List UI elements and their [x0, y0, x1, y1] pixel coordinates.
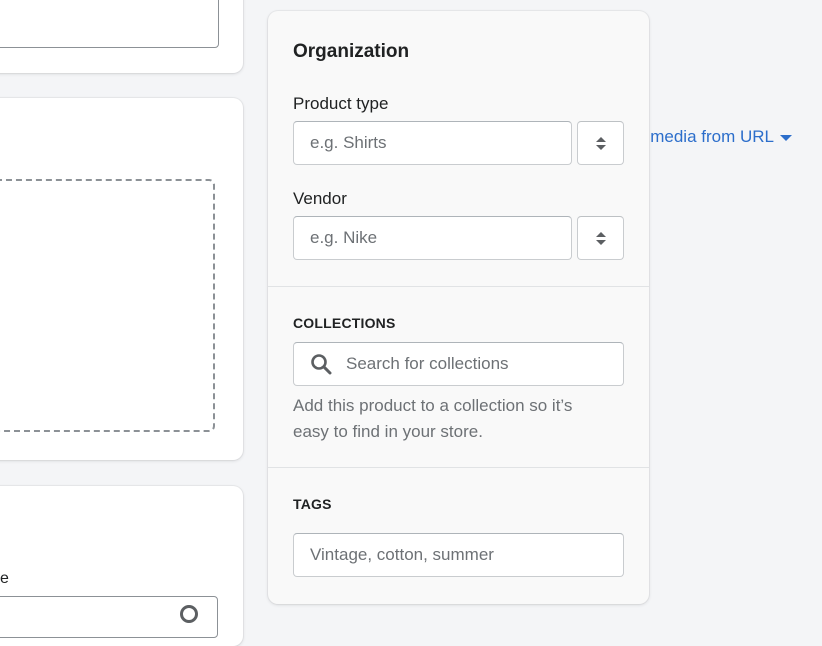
product-type-input[interactable]: e.g. Shirts [293, 121, 572, 165]
product-type-placeholder: e.g. Shirts [310, 133, 387, 152]
description-editor[interactable] [0, 0, 219, 48]
media-dropzone[interactable] [0, 179, 215, 432]
tags-heading: TAGS [293, 496, 332, 512]
field-label-partial: e [0, 570, 9, 587]
collections-search-placeholder: Search for collections [346, 354, 509, 373]
caret-down-icon [780, 135, 792, 141]
vendor-label: Vendor [293, 189, 347, 208]
section-divider [268, 467, 649, 468]
product-type-label: Product type [293, 94, 389, 113]
vendor-placeholder: e.g. Nike [310, 228, 378, 247]
collections-heading: COLLECTIONS [293, 315, 396, 331]
organization-card: Organization Product type e.g. Shirts Ve… [268, 11, 649, 604]
collections-search-input[interactable]: Search for collections [293, 342, 624, 386]
chevron-up-icon [595, 231, 606, 237]
chevron-down-icon [595, 239, 606, 245]
chevron-up-icon [595, 136, 606, 142]
tags-placeholder: Vintage, cotton, summer [310, 545, 494, 564]
vendor-input[interactable]: e.g. Nike [293, 216, 572, 260]
collections-help-text: Add this product to a collection so it’s… [293, 396, 573, 441]
organization-title: Organization [293, 41, 410, 62]
chevron-down-icon [595, 144, 606, 150]
section-divider [268, 286, 649, 287]
product-type-select-button[interactable] [577, 121, 624, 165]
search-icon [310, 353, 332, 375]
vendor-select-button[interactable] [577, 216, 624, 260]
help-circle-icon[interactable] [180, 605, 198, 623]
tags-input[interactable]: Vintage, cotton, summer [293, 533, 624, 577]
